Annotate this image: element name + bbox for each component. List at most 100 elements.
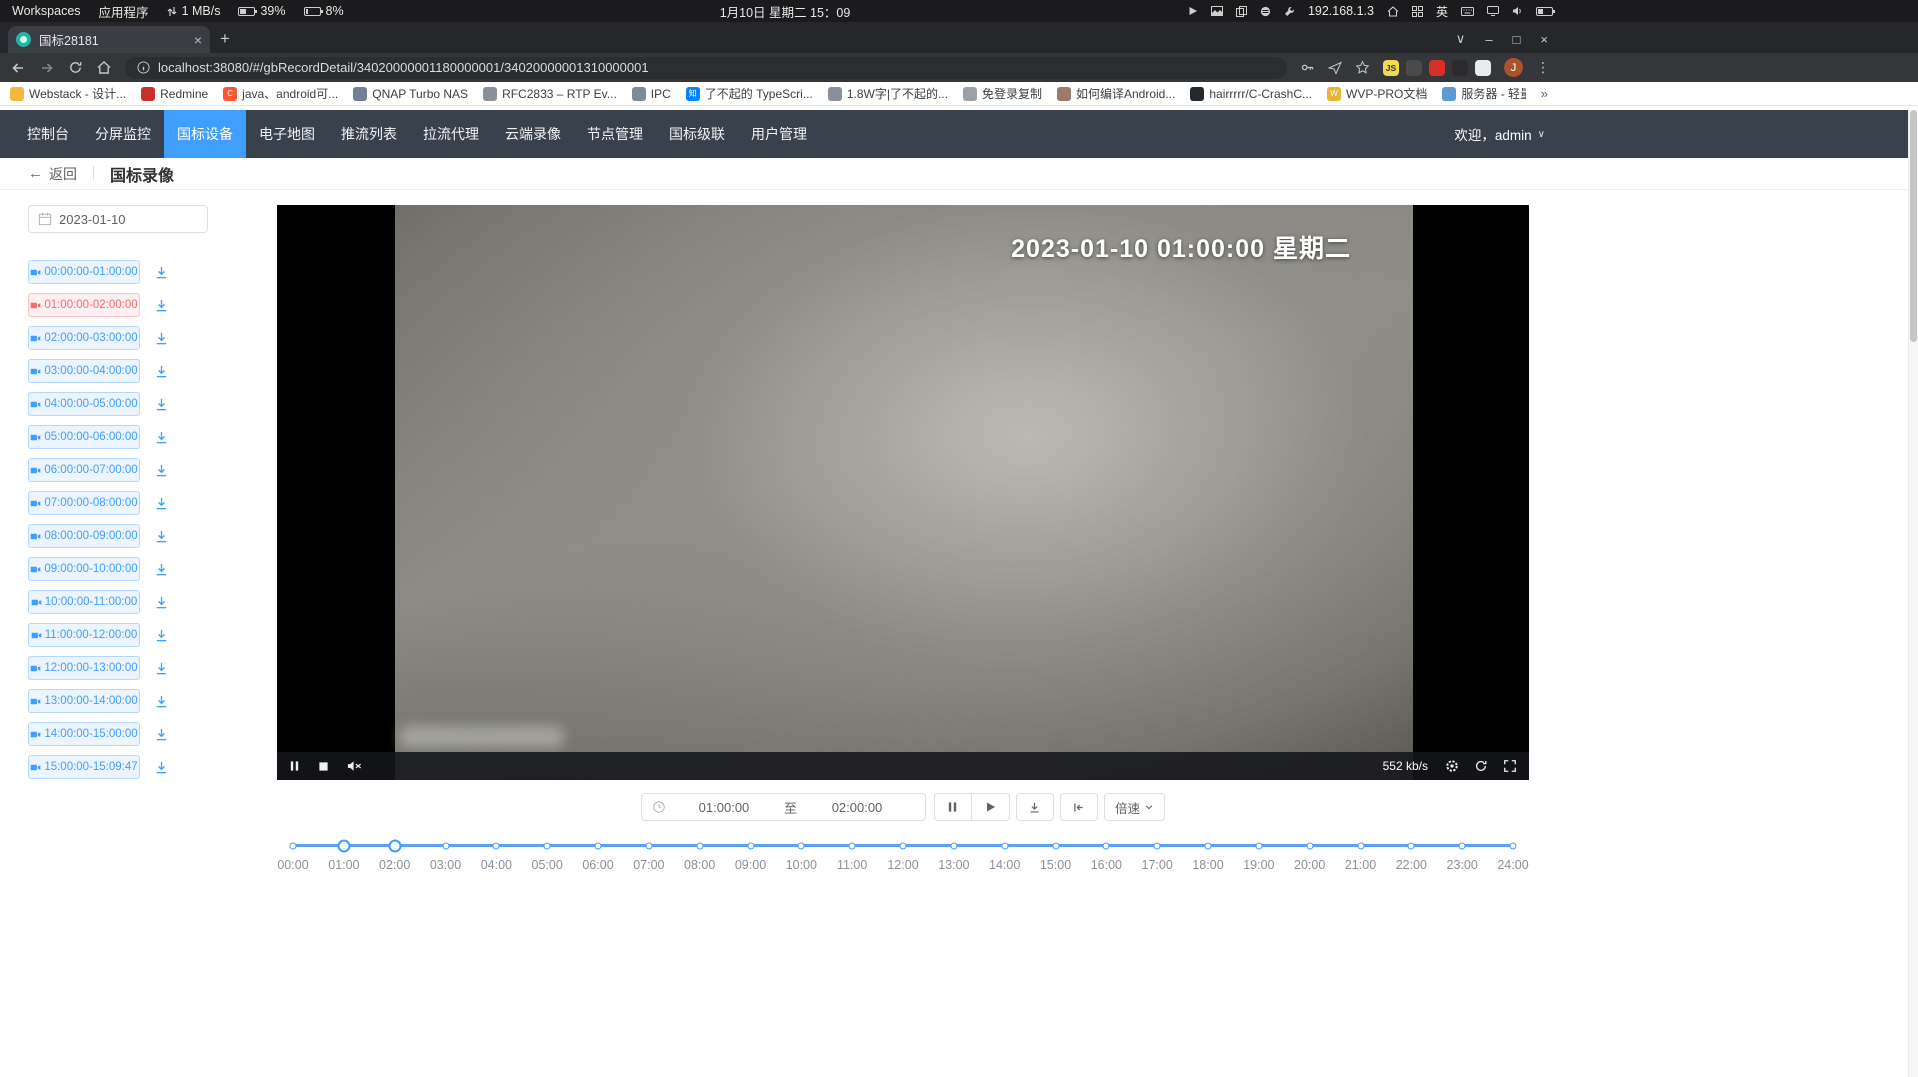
record-segment-button[interactable]: 13:00:00-14:00:00 [28, 689, 140, 713]
nav-item-9[interactable]: 国标级联 [656, 110, 738, 158]
segment-download-icon[interactable] [154, 265, 169, 280]
password-key-icon[interactable] [1300, 60, 1315, 75]
bookmark-item[interactable]: 免登录复制 [963, 85, 1042, 102]
extension-icon[interactable] [1452, 60, 1468, 76]
segment-download-icon[interactable] [154, 463, 169, 478]
bookmark-star-icon[interactable] [1355, 60, 1370, 75]
back-nav-icon[interactable] [10, 60, 26, 76]
download-button[interactable] [1016, 793, 1054, 821]
stop-icon[interactable] [318, 761, 329, 772]
segment-download-icon[interactable] [154, 595, 169, 610]
timeline-tick[interactable] [950, 842, 957, 849]
bookmark-item[interactable]: WWVP-PRO文档 [1327, 85, 1427, 102]
bookmark-item[interactable]: QNAP Turbo NAS [353, 87, 468, 101]
segment-download-icon[interactable] [154, 529, 169, 544]
end-time-input[interactable]: 02:00:00 [799, 800, 915, 815]
segment-download-icon[interactable] [154, 496, 169, 511]
tools-icon[interactable] [1284, 6, 1295, 17]
bookmark-item[interactable]: 服务器 - 轻量应用... [1442, 85, 1525, 102]
seek-to-start-button[interactable] [1060, 793, 1098, 821]
bookmark-item[interactable]: 如何编译Android... [1057, 85, 1175, 102]
record-segment-button[interactable]: 14:00:00-15:00:00 [28, 722, 140, 746]
bookmark-item[interactable]: IPC [632, 87, 671, 101]
segment-download-icon[interactable] [154, 331, 169, 346]
segment-download-icon[interactable] [154, 562, 169, 577]
record-segment-button[interactable]: 05:00:00-06:00:00 [28, 425, 140, 449]
timeline-tick[interactable] [1459, 842, 1466, 849]
settings-gear-icon[interactable] [1445, 759, 1459, 773]
home-button-icon[interactable] [96, 60, 112, 75]
timeline-tick[interactable] [1255, 842, 1262, 849]
timeline-tick[interactable] [493, 842, 500, 849]
refresh-icon[interactable] [1474, 759, 1488, 773]
nav-item-1[interactable]: 控制台 [14, 110, 82, 158]
record-segment-button[interactable]: 12:00:00-13:00:00 [28, 656, 140, 680]
reload-icon[interactable] [68, 60, 83, 75]
timeline-handle[interactable] [337, 839, 350, 852]
timeline-handle[interactable] [388, 839, 401, 852]
video-player[interactable]: 2023-01-10 01:00:00 星期二 552 kb/s [277, 205, 1529, 780]
record-segment-button[interactable]: 15:00:00-15:09:47 [28, 755, 140, 779]
nav-item-7[interactable]: 云端录像 [492, 110, 574, 158]
site-info-icon[interactable] [137, 61, 150, 74]
record-segment-button[interactable]: 10:00:00-11:00:00 [28, 590, 140, 614]
time-range-picker[interactable]: 01:00:00 至 02:00:00 [641, 793, 926, 821]
address-bar[interactable]: localhost:38080/#/gbRecordDetail/3402000… [125, 57, 1287, 79]
window-close-button[interactable]: × [1540, 32, 1548, 47]
timeline-tick[interactable] [1001, 842, 1008, 849]
tab-search-icon[interactable]: ∨ [1456, 31, 1466, 47]
nav-item-2[interactable]: 分屏监控 [82, 110, 164, 158]
back-button[interactable]: ← 返回 [28, 164, 77, 184]
new-tab-button[interactable]: + [220, 29, 230, 49]
timeline-tick[interactable] [595, 842, 602, 849]
timeline-tick[interactable] [442, 842, 449, 849]
bookmark-item[interactable]: Cjava、android可... [223, 85, 338, 102]
timeline-tick[interactable] [696, 842, 703, 849]
record-segment-button[interactable]: 07:00:00-08:00:00 [28, 491, 140, 515]
bookmark-item[interactable]: 知了不起的 TypeScri... [686, 85, 813, 102]
bookmark-item[interactable]: 1.8W字|了不起的... [828, 85, 948, 102]
browser-menu-icon[interactable]: ⋮ [1536, 59, 1550, 76]
record-segment-button[interactable]: 09:00:00-10:00:00 [28, 557, 140, 581]
timeline-tick[interactable] [1408, 842, 1415, 849]
timeline-tick[interactable] [290, 842, 297, 849]
record-segment-button[interactable]: 03:00:00-04:00:00 [28, 359, 140, 383]
applications-button[interactable]: 应用程序 [99, 2, 149, 21]
screenshot-icon[interactable] [1211, 6, 1223, 16]
bookmark-item[interactable]: hairrrrr/C-CrashC... [1190, 87, 1312, 101]
page-scrollbar[interactable] [1908, 110, 1918, 1077]
timeline-tick[interactable] [747, 842, 754, 849]
timeline-tick[interactable] [1052, 842, 1059, 849]
browser-tab[interactable]: 国标28181 × [8, 26, 210, 53]
screencast-play-icon[interactable] [1188, 6, 1198, 16]
bookmark-item[interactable]: Webstack - 设计... [10, 85, 126, 102]
segment-download-icon[interactable] [154, 430, 169, 445]
home-icon[interactable] [1387, 6, 1399, 17]
play-button[interactable] [972, 793, 1010, 821]
input-language-indicator[interactable]: 英 [1436, 3, 1448, 20]
timeline-tick[interactable] [1510, 842, 1517, 849]
timeline-tick[interactable] [798, 842, 805, 849]
timeline-tick[interactable] [900, 842, 907, 849]
fullscreen-icon[interactable] [1503, 759, 1517, 773]
record-segment-button[interactable]: 02:00:00-03:00:00 [28, 326, 140, 350]
pause-icon[interactable] [289, 760, 300, 772]
segment-download-icon[interactable] [154, 694, 169, 709]
timeline-track[interactable] [293, 844, 1513, 847]
forward-nav-icon[interactable] [39, 60, 55, 76]
extension-icon[interactable] [1406, 60, 1422, 76]
timeline-tick[interactable] [1306, 842, 1313, 849]
segment-download-icon[interactable] [154, 727, 169, 742]
window-minimize-button[interactable]: – [1485, 32, 1492, 47]
record-segment-button[interactable]: 00:00:00-01:00:00 [28, 260, 140, 284]
record-segment-button[interactable]: 11:00:00-12:00:00 [28, 623, 140, 647]
extension-icon[interactable] [1475, 60, 1491, 76]
nav-item-10[interactable]: 用户管理 [738, 110, 820, 158]
share-icon[interactable] [1328, 61, 1342, 75]
nav-item-5[interactable]: 推流列表 [328, 110, 410, 158]
segment-download-icon[interactable] [154, 397, 169, 412]
start-time-input[interactable]: 01:00:00 [666, 800, 782, 815]
speed-dropdown-button[interactable]: 倍速 [1104, 793, 1165, 821]
segment-download-icon[interactable] [154, 661, 169, 676]
ip-address-indicator[interactable]: 192.168.1.3 [1308, 4, 1374, 18]
